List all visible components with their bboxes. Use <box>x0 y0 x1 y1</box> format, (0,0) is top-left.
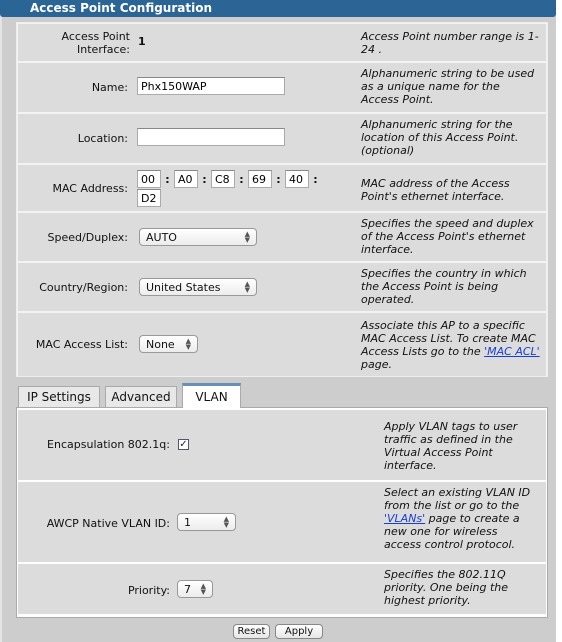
speed-desc: Specifies the speed and duplex of the Ac… <box>361 217 534 256</box>
priority-select[interactable]: 7 ▲ ▼ <box>177 580 213 598</box>
mac-octet-6[interactable] <box>137 189 161 207</box>
mac-acl-value: None <box>146 337 175 351</box>
country-value: United States <box>146 280 221 294</box>
desc-text: page. <box>361 358 392 371</box>
mac-octet-2[interactable] <box>174 170 198 188</box>
select-arrows-icon: ▲ ▼ <box>244 230 250 244</box>
row-country: Country/Region: United States ▲ ▼ Specifie… <box>18 263 546 311</box>
name-desc: Alphanumeric string to be used as a uniq… <box>361 67 535 106</box>
encapsulation-checkbox[interactable]: ✓ <box>178 439 189 450</box>
ap-interface-label: Access Point Interface: <box>61 30 130 56</box>
mac-separator: : <box>165 172 170 186</box>
speed-select[interactable]: AUTO ▲ ▼ <box>139 228 257 246</box>
ap-interface-value: 1 <box>138 35 146 48</box>
row-mac-acl: MAC Access List: None ▲ ▼ Associate this A… <box>18 313 546 376</box>
country-select[interactable]: United States ▲ ▼ <box>139 278 257 296</box>
desc-text: Select an existing VLAN ID from the list… <box>384 486 531 512</box>
mac-octet-4[interactable] <box>248 170 272 188</box>
row-name: Name: Alphanumeric string to be used as … <box>18 63 546 112</box>
mac-separator: : <box>276 172 281 186</box>
native-vlan-value: 1 <box>184 515 191 529</box>
reset-button[interactable]: Reset <box>233 624 270 639</box>
select-arrows-icon: ▲ ▼ <box>244 280 250 294</box>
native-vlan-desc: Select an existing VLAN ID from the list… <box>384 486 536 551</box>
ap-interface-desc: Access Point number range is 1-24 . <box>361 30 539 56</box>
mac-octet-5[interactable] <box>285 170 309 188</box>
speed-label: Speed/Duplex: <box>47 231 128 244</box>
vlans-link[interactable]: 'VLANs' <box>384 512 425 525</box>
encapsulation-label: Encapsulation 802.1q: <box>47 438 170 451</box>
native-vlan-label: AWCP Native VLAN ID: <box>46 517 170 530</box>
speed-value: AUTO <box>146 230 177 244</box>
priority-value: 7 <box>184 582 191 596</box>
location-label: Location: <box>77 132 128 145</box>
mac-acl-link[interactable]: 'MAC ACL' <box>484 345 540 358</box>
mac-acl-select[interactable]: None ▲ ▼ <box>139 335 198 353</box>
name-label: Name: <box>91 81 128 94</box>
vlan-panel: Encapsulation 802.1q: ✓ Apply VLAN tags … <box>16 407 548 618</box>
mac-acl-label: MAC Access List: <box>35 338 128 351</box>
mac-acl-desc: Associate this AP to a specific MAC Acce… <box>361 319 545 371</box>
select-arrows-icon: ▲ ▼ <box>185 337 191 351</box>
row-priority: Priority: 7 ▲ ▼ Specifies the 802.11Q prio… <box>18 564 546 614</box>
config-table: Access Point Interface: 1 Access Point n… <box>16 22 548 377</box>
row-native-vlan: AWCP Native VLAN ID: 1 ▲ ▼ Select an exist… <box>18 482 546 562</box>
tab-advanced[interactable]: Advanced <box>105 386 177 407</box>
mac-separator: : <box>239 172 244 186</box>
country-desc: Specifies the country in which the Acces… <box>361 267 527 306</box>
row-encapsulation: Encapsulation 802.1q: ✓ Apply VLAN tags … <box>18 410 546 480</box>
name-input[interactable] <box>137 77 285 95</box>
tab-vlan[interactable]: VLAN <box>182 383 241 408</box>
page-title: Access Point Configuration <box>0 0 556 17</box>
mac-separator: : <box>313 172 318 186</box>
row-location: Location: Alphanumeric string for the lo… <box>18 114 546 163</box>
row-ap-interface: Access Point Interface: 1 Access Point n… <box>18 24 546 61</box>
mac-separator: : <box>202 172 207 186</box>
row-mac: MAC Address: : : : : : MAC address of th… <box>18 165 546 211</box>
priority-label: Priority: <box>127 584 170 597</box>
mac-label: MAC Address: <box>52 182 128 195</box>
country-label: Country/Region: <box>39 281 128 294</box>
select-arrows-icon: ▲ ▼ <box>200 582 206 596</box>
mac-octet-1[interactable] <box>137 170 161 188</box>
priority-desc: Specifies the 802.11Q priority. One bein… <box>384 568 509 607</box>
encapsulation-desc: Apply VLAN tags to user traffic as defin… <box>384 420 518 472</box>
mac-octet-3[interactable] <box>211 170 235 188</box>
select-arrows-icon: ▲ ▼ <box>223 515 229 529</box>
location-desc: Alphanumeric string for the location of … <box>361 118 519 157</box>
location-input[interactable] <box>137 128 285 146</box>
native-vlan-select[interactable]: 1 ▲ ▼ <box>177 513 236 531</box>
mac-desc: MAC address of the Access Point's ethern… <box>361 177 510 203</box>
tab-ip-settings[interactable]: IP Settings <box>18 386 100 407</box>
row-speed: Speed/Duplex: AUTO ▲ ▼ Specifies the speed… <box>18 213 546 261</box>
apply-button[interactable]: Apply <box>275 624 323 639</box>
